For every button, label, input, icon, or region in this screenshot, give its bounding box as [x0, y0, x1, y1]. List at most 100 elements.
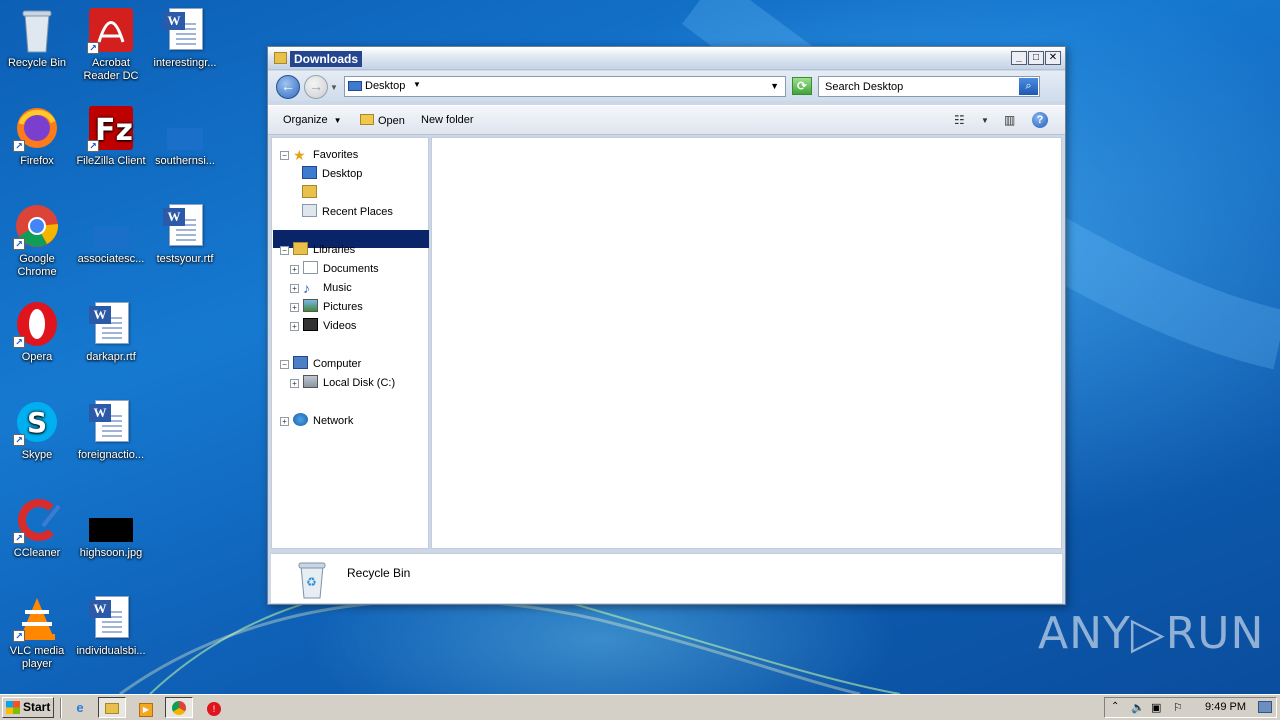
desktop-icon-vlc[interactable]: ↗ VLC media player — [0, 594, 74, 671]
show-desktop-icon[interactable] — [1258, 701, 1272, 713]
nav-videos[interactable]: + Videos — [290, 317, 356, 335]
desktop-icon-individualsbi[interactable]: W individualsbi... — [74, 594, 148, 658]
nav-libraries-label: Libraries — [313, 244, 356, 256]
preview-pane-icon[interactable]: ▥ — [1004, 113, 1015, 127]
collapse-icon[interactable]: − — [280, 246, 289, 255]
change-view-icon[interactable]: ☷ — [954, 113, 965, 127]
music-icon: ♪ — [303, 280, 310, 296]
nav-music[interactable]: + ♪ Music — [290, 279, 352, 297]
explorer-window[interactable]: Downloads _ □ ✕ ← → ▼ Desktop ▼ ▼ ⟳ ⌕ Or… — [267, 46, 1066, 605]
volume-icon[interactable]: 🔈 — [1131, 701, 1145, 714]
desktop-icon-darkapr[interactable]: W darkapr.rtf — [74, 300, 148, 364]
open-button[interactable]: Open — [360, 114, 405, 127]
search-box[interactable]: ⌕ — [818, 76, 1040, 97]
nav-computer-label: Computer — [313, 358, 362, 370]
system-tray: ⌃ 🔈 ▣ ⚐ 9:49 PM — [1104, 697, 1277, 718]
minimize-button[interactable]: _ — [1011, 51, 1027, 65]
address-dropdown-icon[interactable]: ▼ — [770, 81, 779, 91]
desktop-icon-label: FileZilla Client — [76, 155, 146, 167]
desktop-icon-filezilla[interactable]: Fz ↗ FileZilla Client — [74, 104, 148, 168]
expand-icon[interactable]: + — [290, 284, 299, 293]
new-folder-button[interactable]: New folder — [421, 114, 474, 126]
shortcut-arrow-icon: ↗ — [13, 434, 25, 446]
show-hidden-icons-icon[interactable]: ⌃ — [1111, 701, 1119, 712]
desktop-icon-southernsi[interactable]: southernsi... — [148, 104, 222, 168]
collapse-icon[interactable]: − — [280, 151, 289, 160]
computer-icon — [293, 356, 308, 369]
nav-documents-label: Documents — [323, 263, 379, 275]
maximize-button[interactable]: □ — [1028, 51, 1044, 65]
word-document-icon: W — [87, 594, 135, 642]
desktop-icon-label: testsyour.rtf — [156, 253, 214, 265]
anyrun-watermark: ANY▷RUN — [1038, 608, 1265, 659]
file-list-area[interactable] — [431, 137, 1062, 549]
desktop-icon-acrobat[interactable]: ↗ Acrobat Reader DC — [74, 6, 148, 83]
shortcut-arrow-icon: ↗ — [13, 532, 25, 544]
address-bar[interactable]: Desktop ▼ ▼ — [344, 76, 786, 97]
nav-pictures[interactable]: + Pictures — [290, 298, 363, 316]
recent-places-icon — [302, 204, 317, 217]
desktop-icon-label: VLC media player — [9, 645, 65, 670]
blank-file-icon — [87, 202, 135, 250]
start-button[interactable]: Start — [2, 697, 54, 718]
desktop-icon-interestingr[interactable]: W interestingr... — [148, 6, 222, 70]
organize-button[interactable]: Organize ▼ — [283, 114, 342, 126]
windows-logo-icon — [6, 701, 20, 714]
expand-icon[interactable]: + — [290, 303, 299, 312]
shortcut-arrow-icon: ↗ — [13, 336, 25, 348]
network-tray-icon[interactable]: ▣ — [1151, 701, 1161, 714]
nav-documents[interactable]: + Documents — [290, 260, 379, 278]
nav-libraries[interactable]: − Libraries — [280, 241, 355, 259]
svg-text:Fz: Fz — [95, 113, 133, 148]
desktop-icon-label: individualsbi... — [76, 645, 146, 657]
action-center-flag-icon[interactable]: ⚐ — [1173, 701, 1183, 714]
desktop-icon-firefox[interactable]: ↗ Firefox — [0, 104, 74, 168]
desktop-icon-recycle-bin[interactable]: Recycle Bin — [0, 6, 74, 70]
navigation-pane[interactable]: − ★ Favorites Desktop Downloads Recent Pla… — [271, 137, 429, 549]
desktop-icon-testsyour[interactable]: W testsyour.rtf — [148, 202, 222, 266]
desktop-icon-label: associatesc... — [77, 253, 145, 265]
desktop-icon-associatesc[interactable]: associatesc... — [74, 202, 148, 266]
desktop-icon-foreignactio[interactable]: W foreignactio... — [74, 398, 148, 462]
search-input[interactable] — [819, 77, 1015, 96]
desktop-icon-ccleaner[interactable]: ↗ CCleaner — [0, 496, 74, 560]
nav-recent-places[interactable]: Recent Places — [302, 203, 393, 221]
expand-icon[interactable]: + — [290, 265, 299, 274]
ccleaner-icon: ↗ — [13, 496, 61, 544]
search-icon[interactable]: ⌕ — [1019, 78, 1038, 95]
history-dropdown-icon[interactable]: ▼ — [330, 83, 338, 92]
clock[interactable]: 9:49 PM — [1205, 701, 1246, 713]
videos-icon — [303, 318, 318, 331]
expand-icon[interactable]: + — [290, 322, 299, 331]
nav-favorites-label: Favorites — [313, 149, 359, 161]
window-title: Downloads — [290, 51, 363, 67]
back-button[interactable]: ← — [276, 75, 300, 99]
desktop-icon-opera[interactable]: ↗ Opera — [0, 300, 74, 364]
chrome-taskbar-icon[interactable] — [165, 697, 193, 718]
expand-icon[interactable]: + — [290, 379, 299, 388]
desktop-icon-chrome[interactable]: ↗ Google Chrome — [0, 202, 74, 279]
desktop-icon-skype[interactable]: S ↗ Skype — [0, 398, 74, 462]
explorer-taskbar-icon[interactable] — [98, 697, 126, 718]
help-icon[interactable]: ? — [1032, 112, 1048, 128]
nav-network[interactable]: + Network — [280, 412, 353, 430]
media-player-taskbar-icon[interactable]: ▶ — [132, 697, 160, 718]
breadcrumb-chevron-icon[interactable]: ▼ — [413, 80, 421, 89]
nav-favorites[interactable]: − ★ Favorites — [280, 146, 358, 164]
desktop-icon — [302, 166, 317, 179]
nav-computer[interactable]: − Computer — [280, 355, 361, 373]
nav-downloads[interactable]: Downloads — [302, 184, 376, 202]
window-titlebar[interactable]: Downloads _ □ ✕ — [268, 47, 1065, 70]
view-options-chevron-icon[interactable]: ▼ — [981, 116, 989, 125]
collapse-icon[interactable]: − — [280, 360, 289, 369]
details-item-name: Recycle Bin — [347, 566, 411, 580]
expand-icon[interactable]: + — [280, 417, 289, 426]
opera-taskbar-icon[interactable]: ! — [200, 697, 228, 718]
refresh-button[interactable]: ⟳ — [792, 77, 812, 95]
internet-explorer-taskbar-icon[interactable]: e — [66, 697, 94, 718]
nav-desktop[interactable]: Desktop — [302, 165, 362, 183]
desktop-icon-highsoon[interactable]: highsoon.jpg — [74, 496, 148, 560]
forward-button[interactable]: → — [304, 75, 328, 99]
nav-local-disk[interactable]: + Local Disk (C:) — [290, 374, 395, 392]
close-button[interactable]: ✕ — [1045, 51, 1061, 65]
